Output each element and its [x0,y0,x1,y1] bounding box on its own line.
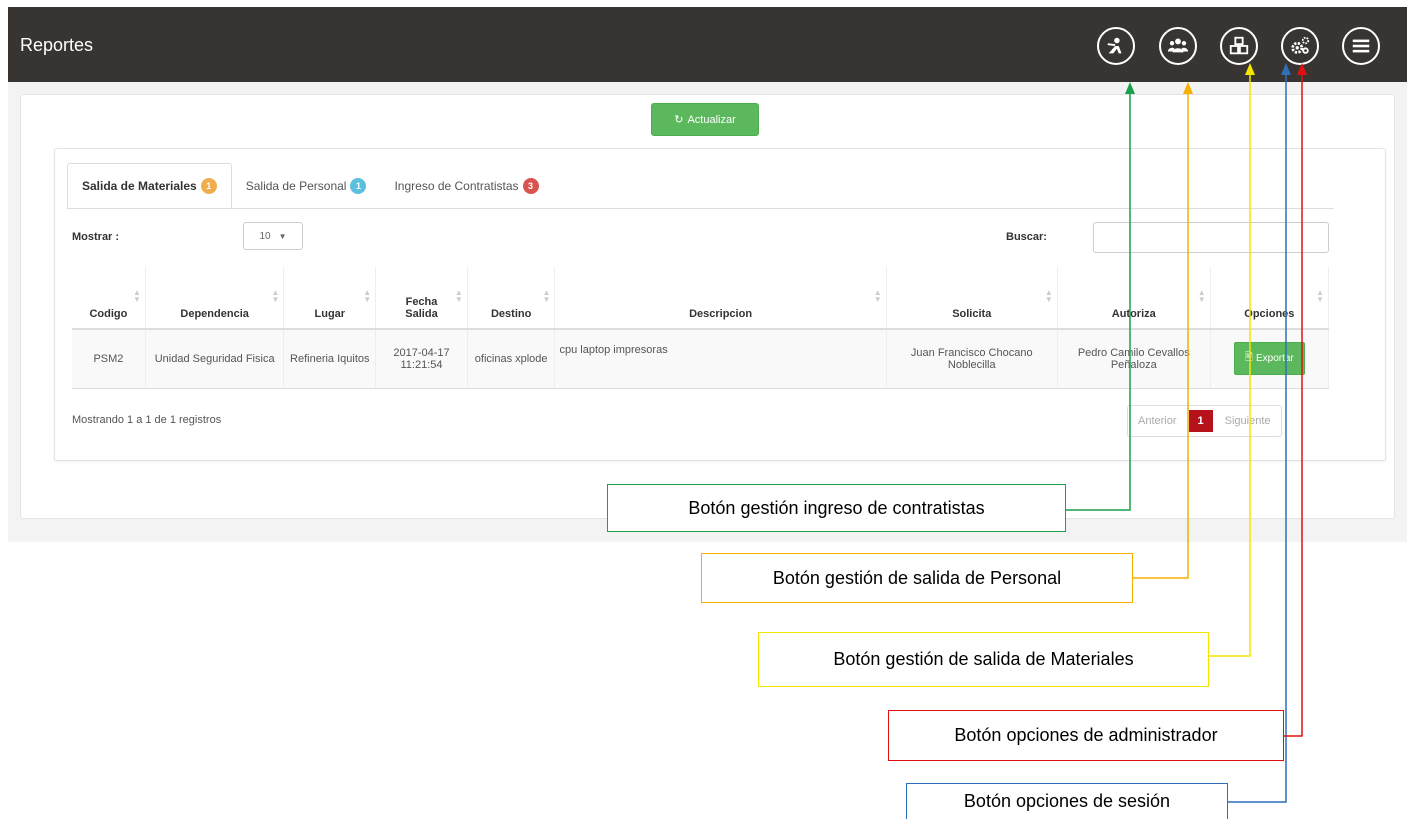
tab-salida-materiales[interactable]: Salida de Materiales 1 [67,163,232,209]
tab-ingreso-contratistas[interactable]: Ingreso de Contratistas 3 [380,163,552,209]
caret-down-icon: ▼ [278,231,287,241]
security-guard-icon [1107,37,1122,54]
table-row: PSM2 Unidad Seguridad Fisica Refineria I… [72,329,1330,389]
callout-contractor-entry: Botón gestión ingreso de contratistas [607,484,1066,532]
cell-descripcion: cpu laptop impresoras [554,329,887,389]
callout-admin-options: Botón opciones de administrador [888,710,1284,761]
show-label: Mostrar : [72,231,120,243]
column-header-descripcion[interactable]: Descripcion ▲ ▼ [554,267,887,330]
count-badge: 1 [200,178,217,194]
table-info: Mostrando 1 a 1 de 1 registros [72,414,222,426]
refresh-button[interactable]: ↻ Actualizar [651,103,759,136]
sort-icon: ▲ ▼ [873,288,882,304]
cell-codigo: PSM2 [72,329,146,389]
cell-dependencia: Unidad Seguridad Fisica [145,329,285,389]
tab-label: Ingreso de Contratistas [394,179,519,193]
column-header-autoriza[interactable]: Autoriza ▲ ▼ [1057,267,1211,330]
callout-materials-exit: Botón gestión de salida de Materiales [758,632,1209,687]
personnel-exit-button[interactable] [1159,27,1197,65]
tab-divider [67,208,1334,209]
cell-solicita: Juan Francisco Chocano Noblecilla [886,329,1058,389]
column-header-codigo[interactable]: Codigo ▲ ▼ [72,267,146,330]
export-label: Exportar [1255,353,1294,365]
column-header-solicita[interactable]: Solicita ▲ ▼ [886,267,1058,330]
page-title: Reportes [20,35,94,55]
tab-salida-personal[interactable]: Salida de Personal 1 [232,163,381,209]
users-group-icon [1167,38,1189,53]
contractor-entry-button[interactable] [1097,27,1135,65]
refresh-icon: ↻ [674,114,684,126]
materials-exit-button[interactable] [1220,27,1258,65]
report-tabs: Salida de Materiales 1 Salida de Persona… [67,163,553,209]
sort-icon: ▲ ▼ [363,288,372,304]
callout-session-options: Botón opciones de sesión [906,783,1228,819]
gears-icon [1291,36,1310,54]
column-header-dependencia[interactable]: Dependencia ▲ ▼ [145,267,285,330]
reports-table: Codigo ▲ ▼ Dependencia ▲ ▼ Lugar ▲ ▼ Fecha Sal… [72,267,1330,389]
table-header-row: Codigo ▲ ▼ Dependencia ▲ ▼ Lugar ▲ ▼ Fecha Sal… [72,267,1330,330]
page-content: ↻ Actualizar Salida de Materiales 1 Sali… [8,82,1407,542]
sort-icon: ▲ ▼ [132,288,141,304]
sort-icon: ▲ ▼ [271,288,280,304]
column-header-destino[interactable]: Destino ▲ ▼ [467,267,556,330]
tab-label: Salida de Materiales [82,179,197,193]
sort-icon: ▲ ▼ [454,288,463,304]
boxes-icon [1229,36,1249,55]
cell-lugar: Refineria Iquitos [283,329,377,389]
pagination: Anterior 1 Siguiente [1127,405,1282,437]
cell-autoriza: Pedro Camilo Cevallos Peñaloza [1057,329,1211,389]
search-input[interactable] [1093,222,1329,253]
page-size-value: 10 [259,230,271,242]
column-header-opciones[interactable]: Opciones ▲ ▼ [1210,267,1330,330]
hamburger-menu-icon [1352,39,1370,53]
sort-icon: ▲ ▼ [542,288,551,304]
column-header-lugar[interactable]: Lugar ▲ ▼ [283,267,377,330]
export-button[interactable]: 🗎 Exportar [1233,342,1305,376]
count-badge: 1 [350,178,367,194]
tab-label: Salida de Personal [245,179,347,193]
reports-panel: Salida de Materiales 1 Salida de Persona… [54,148,1386,461]
page-size-select[interactable]: 10 ▼ [243,222,303,250]
cell-opciones: 🗎 Exportar [1210,329,1330,389]
search-label: Buscar: [1006,231,1047,243]
prev-page-button[interactable]: Anterior [1128,406,1187,436]
top-navbar: Reportes [8,7,1407,82]
session-menu-button[interactable] [1342,27,1380,65]
export-icon: 🗎 [1244,352,1253,364]
refresh-label: Actualizar [687,113,736,126]
sort-icon: ▲ ▼ [1316,288,1324,304]
callout-personnel-exit: Botón gestión de salida de Personal [701,553,1133,603]
count-badge: 3 [522,178,539,194]
sort-icon: ▲ ▼ [1197,288,1206,304]
sort-icon: ▲ ▼ [1044,288,1053,304]
next-page-button[interactable]: Siguiente [1215,406,1281,436]
column-header-fecha-salida[interactable]: Fecha Salida ▲ ▼ [375,267,468,330]
cell-destino: oficinas xplode [467,329,556,389]
current-page-button[interactable]: 1 [1188,410,1213,432]
cell-fecha: 2017-04-17 11:21:54 [375,329,468,389]
admin-options-button[interactable] [1281,27,1319,65]
